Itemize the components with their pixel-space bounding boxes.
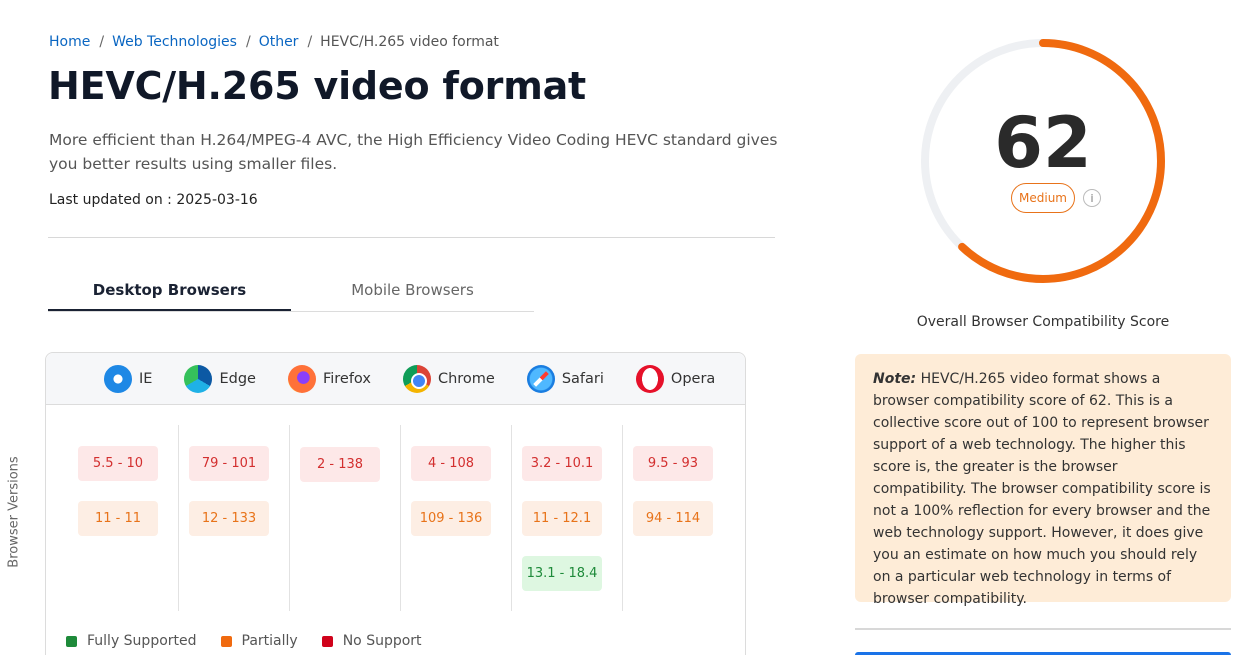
- version-column-chrome: 4 - 108 109 - 136: [401, 425, 512, 611]
- firefox-icon: [287, 364, 316, 393]
- browser-name: Opera: [670, 370, 716, 387]
- legend-fully-supported: Fully Supported: [66, 633, 197, 649]
- page-description: More efficient than H.264/MPEG-4 AVC, th…: [49, 131, 778, 173]
- version-cell[interactable]: 4 - 108: [411, 446, 491, 481]
- score-note: Note: HEVC/H.265 video format shows a br…: [855, 354, 1231, 607]
- browser-name: IE: [139, 370, 153, 387]
- version-column-firefox: 2 - 138: [290, 425, 401, 611]
- edge-icon: [184, 364, 213, 393]
- browser-header-chrome: Chrome: [402, 364, 495, 393]
- legend-no-support: No Support: [321, 633, 422, 649]
- tab-mobile-browsers[interactable]: Mobile Browsers: [291, 268, 534, 311]
- legend-label: Fully Supported: [87, 633, 197, 649]
- score-value: 62: [994, 102, 1092, 184]
- browser-header-firefox: Firefox: [287, 364, 371, 393]
- version-column-edge: 79 - 101 12 - 133: [179, 425, 290, 611]
- note-label: Note:: [873, 371, 917, 387]
- breadcrumb-web-technologies[interactable]: Web Technologies: [112, 34, 237, 50]
- divider: [855, 628, 1231, 630]
- version-cell[interactable]: 2 - 138: [300, 447, 380, 482]
- breadcrumb-separator: /: [245, 34, 251, 50]
- browser-support-table: IE Edge Firefox Chrome Safari Opera 5.5 …: [45, 352, 746, 655]
- version-cell[interactable]: 109 - 136: [411, 501, 491, 536]
- opera-icon: [635, 364, 664, 393]
- browser-name: Safari: [561, 370, 604, 387]
- browser-header-edge: Edge: [184, 364, 256, 393]
- version-cell[interactable]: 13.1 - 18.4: [522, 556, 602, 591]
- legend-partially: Partially: [220, 633, 298, 649]
- note-text: HEVC/H.265 video format shows a browser …: [873, 371, 1211, 607]
- legend-swatch: [66, 635, 77, 647]
- info-icon[interactable]: i: [1083, 189, 1101, 207]
- version-cell[interactable]: 11 - 12.1: [522, 501, 602, 536]
- last-updated: Last updated on : 2025-03-16: [49, 192, 258, 208]
- divider: [48, 237, 775, 238]
- version-cell[interactable]: 3.2 - 10.1: [522, 446, 602, 481]
- score-caption: Overall Browser Compatibility Score: [916, 314, 1170, 330]
- breadcrumb-home[interactable]: Home: [49, 34, 90, 50]
- tab-desktop-browsers[interactable]: Desktop Browsers: [48, 268, 291, 311]
- breadcrumb-other[interactable]: Other: [259, 34, 299, 50]
- legend-swatch: [321, 635, 333, 647]
- version-cell[interactable]: 12 - 133: [189, 501, 269, 536]
- support-legend: Fully Supported Partially No Support: [66, 633, 422, 649]
- browser-header-row: IE Edge Firefox Chrome Safari Opera: [46, 353, 745, 405]
- version-column-opera: 9.5 - 93 94 - 114: [623, 425, 734, 611]
- breadcrumb: Home / Web Technologies / Other / HEVC/H…: [49, 34, 499, 50]
- version-cell[interactable]: 5.5 - 10: [78, 446, 158, 481]
- score-level-badge: Medium: [1011, 183, 1075, 213]
- y-axis-label: Browser Versions: [6, 456, 22, 568]
- browser-tabs: Desktop Browsers Mobile Browsers: [48, 268, 534, 312]
- versions-grid: 5.5 - 10 11 - 11 79 - 101 12 - 133 2 - 1…: [68, 425, 736, 611]
- legend-label: No Support: [342, 633, 422, 649]
- version-column-safari: 3.2 - 10.1 11 - 12.1 13.1 - 18.4: [512, 425, 623, 611]
- browser-header-ie: IE: [104, 364, 153, 393]
- browser-header-safari: Safari: [526, 364, 604, 393]
- browser-name: Chrome: [437, 370, 495, 387]
- version-column-ie: 5.5 - 10 11 - 11: [68, 425, 179, 611]
- chrome-icon: [402, 364, 431, 393]
- breadcrumb-current: HEVC/H.265 video format: [320, 34, 499, 50]
- version-cell[interactable]: 9.5 - 93: [633, 446, 713, 481]
- safari-icon: [526, 364, 555, 393]
- browser-name: Firefox: [322, 370, 371, 387]
- legend-swatch: [220, 635, 232, 647]
- browser-header-opera: Opera: [635, 364, 716, 393]
- version-cell[interactable]: 11 - 11: [78, 501, 158, 536]
- ie-icon: [104, 364, 132, 393]
- page-title: HEVC/H.265 video format: [48, 64, 587, 108]
- version-cell[interactable]: 94 - 114: [633, 501, 713, 536]
- version-cell[interactable]: 79 - 101: [189, 446, 269, 481]
- breadcrumb-separator: /: [99, 34, 105, 50]
- breadcrumb-separator: /: [307, 34, 313, 50]
- browser-name: Edge: [219, 370, 256, 387]
- legend-label: Partially: [241, 633, 298, 649]
